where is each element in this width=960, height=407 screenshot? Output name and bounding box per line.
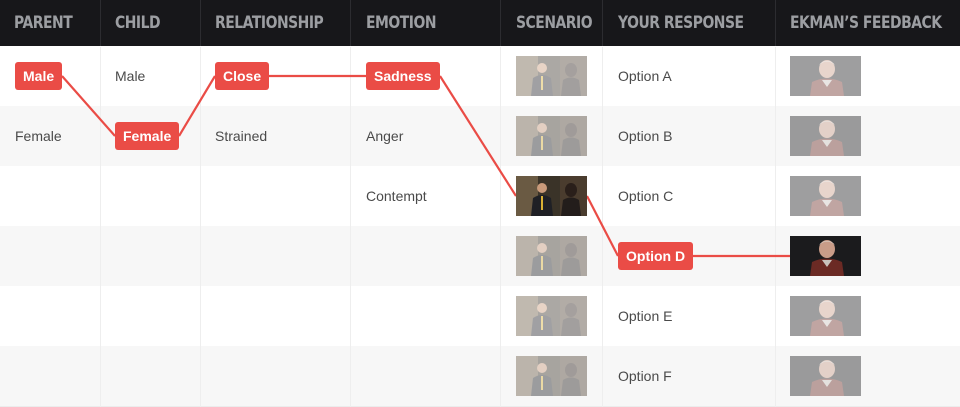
response-option[interactable]: Option E xyxy=(618,306,672,326)
header-scenario: Scenario xyxy=(516,13,593,33)
emotion-option[interactable]: Anger xyxy=(366,126,403,146)
header-divider xyxy=(775,0,776,47)
ekman-feedback-thumbnail-icon[interactable] xyxy=(790,236,861,276)
relationship-selected-badge[interactable]: Close xyxy=(215,62,270,90)
scenario-video-thumbnail-icon[interactable] xyxy=(516,296,587,336)
header-emotion: Emotion xyxy=(366,13,437,33)
response-option[interactable]: Option C xyxy=(618,186,673,206)
child-selected-badge[interactable]: Female xyxy=(115,122,180,150)
ekman-feedback-thumbnail-icon[interactable] xyxy=(790,296,861,336)
parent-option[interactable]: Female xyxy=(15,126,62,146)
table-header: Parent Child Relationship Emotion Scenar… xyxy=(0,0,960,47)
column-divider xyxy=(100,47,101,407)
response-option[interactable]: Option A xyxy=(618,66,672,86)
header-relationship: Relationship xyxy=(215,13,324,33)
column-divider xyxy=(500,47,501,407)
header-parent: Parent xyxy=(14,13,73,33)
scenario-video-thumbnail-icon[interactable] xyxy=(516,56,587,96)
header-divider xyxy=(100,0,101,47)
column-divider xyxy=(775,47,776,407)
scenario-video-thumbnail-icon[interactable] xyxy=(516,236,587,276)
column-divider xyxy=(602,47,603,407)
header-ekman-feedback: Ekman’s Feedback xyxy=(790,13,942,33)
scenario-video-thumbnail-icon[interactable] xyxy=(516,176,587,216)
column-divider xyxy=(350,47,351,407)
header-divider xyxy=(602,0,603,47)
emotion-option[interactable]: Contempt xyxy=(366,186,427,206)
header-your-response: Your Response xyxy=(618,13,744,33)
response-option[interactable]: Option F xyxy=(618,366,672,386)
header-divider xyxy=(350,0,351,47)
ekman-feedback-thumbnail-icon[interactable] xyxy=(790,176,861,216)
ekman-feedback-thumbnail-icon[interactable] xyxy=(790,356,861,396)
emotion-selected-badge[interactable]: Sadness xyxy=(366,62,440,90)
scenario-video-thumbnail-icon[interactable] xyxy=(516,356,587,396)
header-divider xyxy=(500,0,501,47)
ekman-feedback-thumbnail-icon[interactable] xyxy=(790,116,861,156)
response-selected-badge[interactable]: Option D xyxy=(618,242,694,270)
header-child: Child xyxy=(115,13,161,33)
header-divider xyxy=(200,0,201,47)
relationship-option[interactable]: Strained xyxy=(215,126,267,146)
response-option[interactable]: Option B xyxy=(618,126,672,146)
parent-selected-badge[interactable]: Male xyxy=(15,62,63,90)
scenario-video-thumbnail-icon[interactable] xyxy=(516,116,587,156)
column-divider xyxy=(200,47,201,407)
child-option[interactable]: Male xyxy=(115,66,145,86)
ekman-feedback-thumbnail-icon[interactable] xyxy=(790,56,861,96)
choice-path-table: Parent Child Relationship Emotion Scenar… xyxy=(0,0,960,407)
